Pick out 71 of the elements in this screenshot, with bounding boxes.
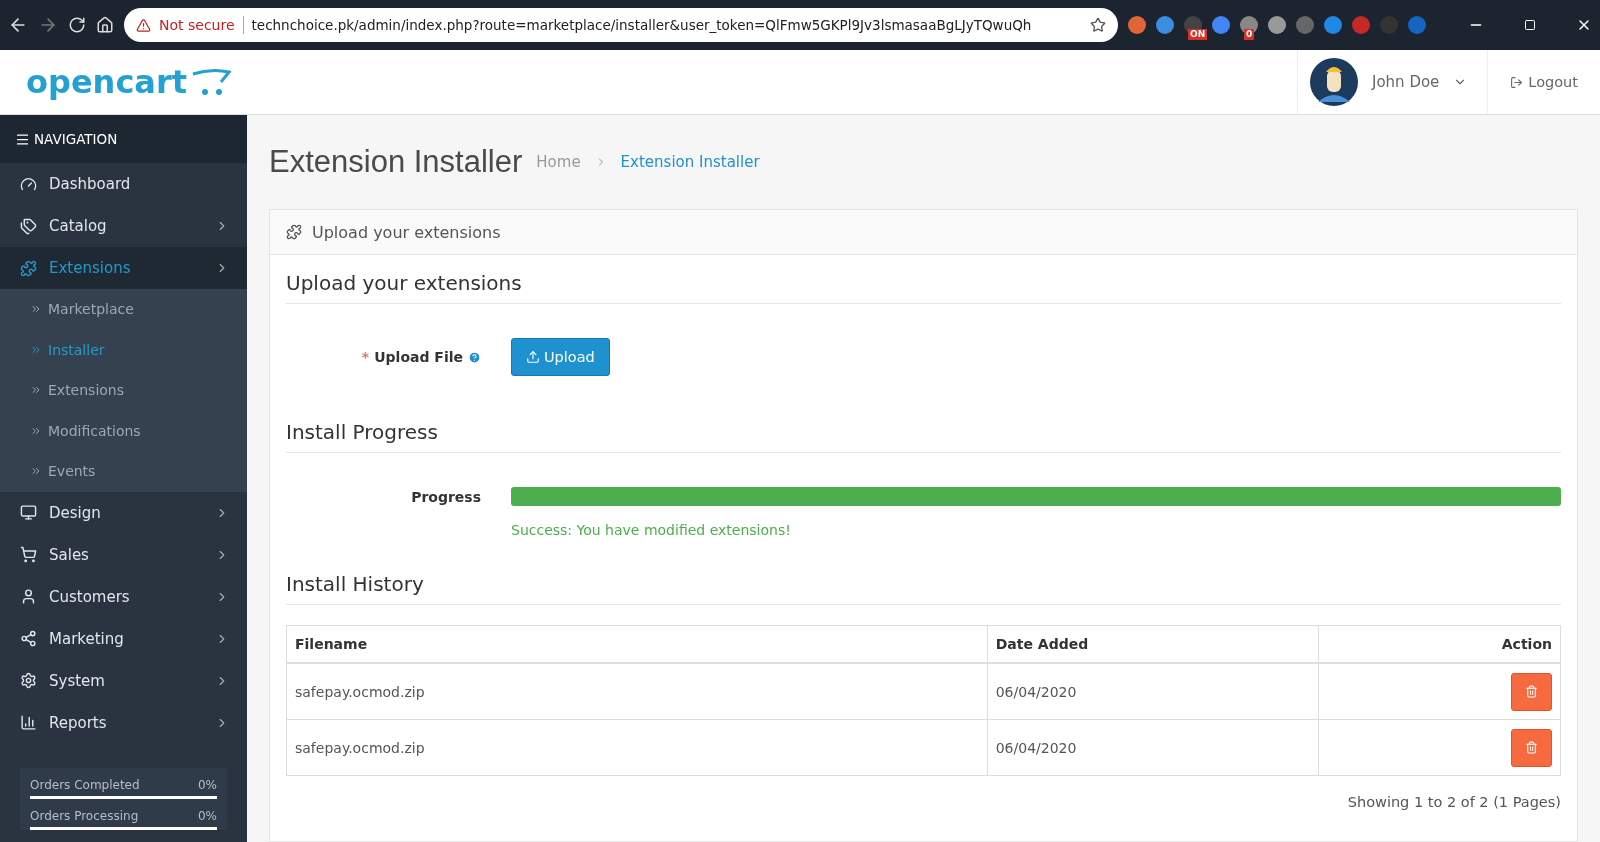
user-name: John Doe [1372, 73, 1440, 91]
gauge-icon [20, 175, 37, 193]
table-cell: 06/04/2020 [987, 663, 1319, 720]
nav-item[interactable]: System [0, 659, 247, 702]
nav-subitem[interactable]: Modifications [0, 410, 247, 451]
stat-label: Orders Processing [30, 808, 139, 823]
avatar-silhouette [1310, 58, 1358, 106]
nav-item[interactable]: Marketing [0, 617, 247, 660]
nav-item[interactable]: Design [0, 491, 247, 534]
logout-icon [1510, 75, 1524, 89]
nav-subitem[interactable]: Extensions [0, 370, 247, 411]
section-heading: Upload your extensions [286, 255, 1561, 304]
column-header: Date Added [987, 625, 1319, 663]
table-cell: 06/04/2020 [987, 719, 1319, 776]
page-title: Extension Installer [269, 144, 523, 180]
breadcrumb-link[interactable]: Extension Installer [620, 153, 760, 171]
field-label: Progress [410, 488, 482, 505]
address-bar[interactable]: Not secure technchoice.pk/admin/index.php?route=marketplace/installer&user_token=QlFmw5GKPl9Jv3lsmasaaBgLJyTQwuQh [124, 8, 1118, 42]
nav-item[interactable]: Catalog [0, 205, 247, 247]
section-heading: Install Progress [286, 404, 1561, 453]
panel-title: Upload your extensions [312, 222, 501, 242]
nav-item[interactable]: Reports [0, 701, 247, 744]
star-icon[interactable] [1090, 17, 1106, 33]
required-mark: * [361, 349, 370, 365]
pagination-text: Showing 1 to 2 of 2 (1 Pages) [1346, 793, 1561, 812]
user-icon [20, 588, 37, 605]
puzzle-icon [20, 259, 37, 277]
home-icon[interactable] [96, 16, 114, 34]
nav-item[interactable]: Extensions [0, 247, 247, 289]
nav-item[interactable]: Dashboard [0, 163, 247, 205]
column-header: Filename [286, 625, 988, 663]
nav-subitem[interactable]: Events [0, 451, 247, 492]
upload-button[interactable]: Upload [511, 338, 610, 376]
user-menu[interactable]: John Doe [1297, 50, 1488, 114]
tags-icon [20, 217, 37, 235]
bar-chart-icon [20, 714, 37, 731]
extension-badge: ON [1188, 29, 1208, 40]
section-heading: Install History [286, 556, 1561, 605]
upload-label: Upload File [374, 349, 463, 365]
reload-icon[interactable] [68, 16, 86, 34]
gear-icon [20, 672, 37, 689]
column-header: Action [1318, 625, 1561, 663]
security-label: Not secure [159, 17, 235, 33]
trash-icon [1525, 685, 1538, 698]
help-icon[interactable] [468, 350, 481, 364]
trash-icon [1525, 741, 1538, 754]
puzzle-icon [286, 224, 302, 240]
nav-item[interactable]: Customers [0, 575, 247, 618]
nav-subitem[interactable]: Marketplace [0, 289, 247, 330]
nav-item[interactable]: Sales [0, 533, 247, 576]
logout-link[interactable]: Logout [1487, 50, 1600, 114]
table-cell: safepay.ocmod.zip [286, 663, 988, 720]
warning-icon [136, 17, 151, 33]
stat-value: 0% [197, 808, 217, 823]
stat-label: Orders Completed [30, 777, 140, 792]
cart-logo-icon [191, 68, 231, 96]
extension-badge: 0 [1244, 29, 1255, 40]
nav-subitem[interactable]: Installer [0, 329, 247, 370]
share-icon [20, 630, 37, 647]
delete-button[interactable] [1511, 672, 1552, 711]
upload-icon [526, 350, 540, 364]
stat-value: 0% [197, 777, 217, 792]
success-message: Success: You have modified extensions! [511, 522, 792, 540]
delete-button[interactable] [1511, 728, 1552, 767]
maximize-icon[interactable] [1524, 19, 1536, 31]
monitor-icon [20, 504, 37, 521]
table-cell: safepay.ocmod.zip [286, 719, 988, 776]
navigation-title: NAVIGATION [34, 131, 118, 147]
cart-icon [20, 546, 37, 563]
menu-icon [15, 131, 30, 147]
url-text: technchoice.pk/admin/index.php?route=marketplace/installer&user_token=QlFmw5GKPl9Jv3lsmasaaBgLJyTQwuQh [251, 17, 1033, 33]
